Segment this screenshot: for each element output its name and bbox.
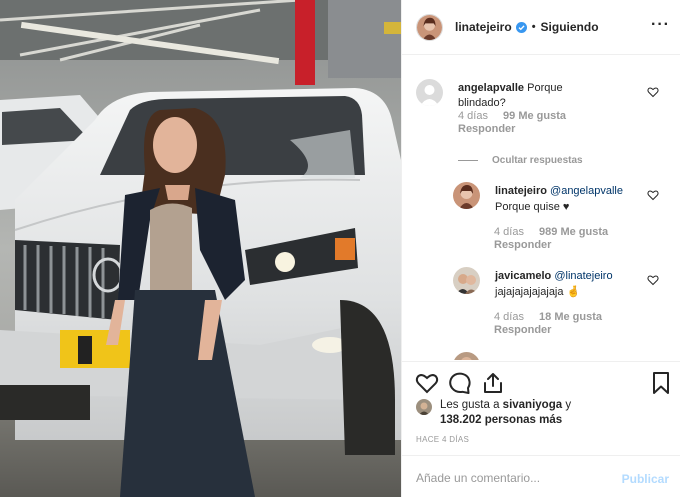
add-comment-bar: Publicar [402, 455, 680, 497]
commenter-avatar[interactable] [453, 352, 480, 360]
author-avatar[interactable] [416, 13, 443, 41]
post-actions [402, 361, 680, 401]
bookmark-icon[interactable] [649, 371, 673, 395]
liker-avatar[interactable] [416, 399, 432, 415]
reply-button[interactable]: Responder [494, 324, 551, 336]
header-separator: • [531, 21, 536, 33]
commenter-username[interactable]: angelapvalle [458, 82, 524, 94]
commenter-username[interactable]: javicamelo [495, 270, 551, 282]
post-image [0, 0, 401, 497]
comment-time: 4 días [494, 226, 524, 238]
like-heart-icon[interactable] [415, 371, 439, 395]
reply-button[interactable]: Responder [458, 123, 515, 135]
comments-list[interactable]: angelapvalle Porque blindado? 4 días 99 … [402, 56, 680, 360]
commenter-username[interactable]: linatejeiro [495, 185, 547, 197]
comment-likes[interactable]: 99 Me gusta [503, 110, 566, 122]
comment-input[interactable] [416, 468, 616, 488]
comment-likes[interactable]: 18 Me gusta [539, 311, 602, 323]
verified-badge-icon [515, 21, 527, 33]
post-header: linatejeiro • Siguiendo ··· [402, 0, 680, 55]
hide-replies-button[interactable]: Ocultar respuestas [458, 155, 583, 166]
comment-time: 4 días [494, 311, 524, 323]
commenter-avatar[interactable] [453, 267, 480, 294]
comment-meta: 4 días 989 Me gusta [494, 226, 608, 238]
more-horizontal-icon[interactable]: ··· [651, 17, 670, 33]
comment-text: jajajajajajajaja 🤞 [495, 286, 581, 298]
likes-conj: y [565, 399, 572, 411]
hide-replies-label: Ocultar respuestas [492, 155, 583, 166]
hide-replies-line [458, 160, 478, 161]
commenter-avatar[interactable] [453, 182, 480, 209]
comment-text: Porque quise ♥ [495, 201, 570, 213]
publish-button[interactable]: Publicar [622, 472, 669, 486]
like-comment-heart-icon[interactable] [647, 189, 659, 201]
likes-summary: Les gusta a sivaniyoga y 138.202 persona… [416, 398, 676, 428]
reply-button[interactable]: Responder [494, 239, 551, 251]
comment-time: 4 días [458, 110, 488, 122]
following-button[interactable]: Siguiendo [541, 20, 599, 34]
post-photo[interactable] [0, 0, 401, 497]
commenter-avatar[interactable] [416, 79, 443, 106]
share-icon[interactable] [481, 371, 505, 395]
mention-link[interactable]: @angelapvalle [550, 185, 623, 197]
comment-bubble-icon[interactable] [448, 371, 472, 395]
likes-prefix: Les gusta a [440, 399, 500, 411]
comment-likes[interactable]: 989 Me gusta [539, 226, 608, 238]
likes-text: Les gusta a sivaniyoga y 138.202 persona… [440, 398, 571, 428]
author-username[interactable]: linatejeiro [455, 20, 512, 34]
post-sidebar: linatejeiro • Siguiendo ··· angelapvalle… [401, 0, 680, 497]
mention-link[interactable]: @linatejeiro [554, 270, 612, 282]
comment-meta: 4 días 18 Me gusta [494, 311, 602, 323]
like-comment-heart-icon[interactable] [647, 86, 659, 98]
liker-username[interactable]: sivaniyoga [503, 399, 562, 411]
like-comment-heart-icon[interactable] [647, 274, 659, 286]
comment-meta: 4 días 99 Me gusta [458, 110, 566, 122]
post-timestamp[interactable]: HACE 4 DÍAS [416, 435, 469, 444]
likes-count[interactable]: 138.202 personas más [440, 414, 562, 426]
